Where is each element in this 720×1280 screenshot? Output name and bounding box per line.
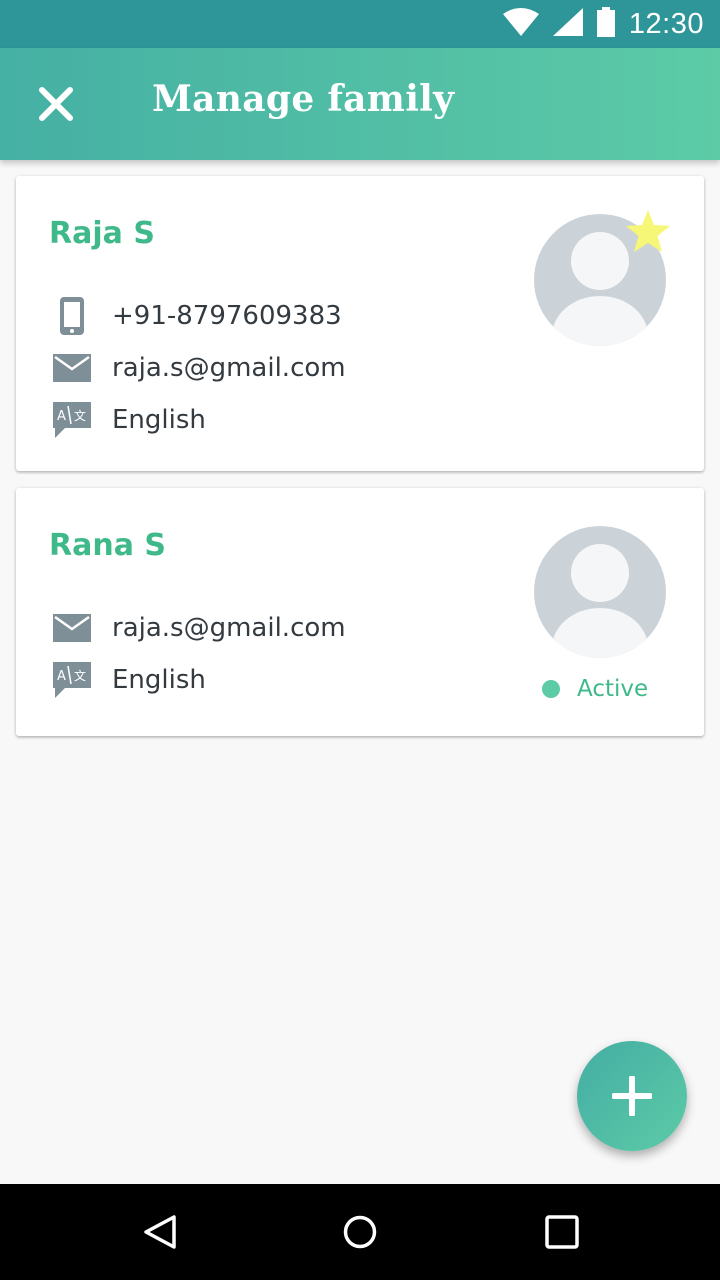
mail-icon (52, 348, 92, 388)
language-row: A文 English (52, 660, 206, 700)
svg-text:A: A (57, 409, 66, 424)
language: English (112, 405, 206, 435)
navigation-bar (0, 1184, 720, 1280)
mail-icon (52, 608, 92, 648)
svg-text:文: 文 (74, 408, 86, 423)
back-button[interactable] (136, 1208, 184, 1256)
signal-icon (552, 8, 583, 40)
avatar-head (571, 544, 629, 602)
phone-icon (52, 296, 92, 336)
language: English (112, 665, 206, 695)
home-icon (343, 1215, 377, 1249)
email-address: raja.s@gmail.com (112, 613, 346, 643)
star-icon (624, 208, 672, 256)
phone-row: +91-8797609383 (52, 296, 342, 336)
translate-icon: A文 (52, 660, 92, 700)
add-member-button[interactable] (577, 1041, 687, 1151)
status-badge: Active (542, 676, 648, 702)
status-bar: 12:30 (0, 0, 720, 48)
family-member-card[interactable]: Rana S raja.s@gmail.com A文 English Activ… (16, 488, 704, 736)
svg-text:文: 文 (74, 668, 86, 683)
email-address: raja.s@gmail.com (112, 353, 346, 383)
avatar-head (571, 232, 629, 290)
page-title: Manage family (152, 78, 455, 120)
translate-icon: A文 (52, 400, 92, 440)
family-member-card[interactable]: Raja S +91-8797609383 raja.s@gmail.com A… (16, 176, 704, 471)
plus-icon (612, 1076, 652, 1116)
status-time: 12:30 (628, 7, 704, 40)
member-name: Rana S (49, 528, 166, 563)
close-icon (39, 87, 73, 121)
phone-number: +91-8797609383 (112, 301, 342, 331)
home-button[interactable] (336, 1208, 384, 1256)
app-bar: Manage family (0, 48, 720, 160)
status-label: Active (577, 676, 649, 702)
member-name: Raja S (49, 216, 155, 251)
email-row: raja.s@gmail.com (52, 608, 346, 648)
battery-icon (596, 7, 615, 41)
email-row: raja.s@gmail.com (52, 348, 346, 388)
active-dot-icon (542, 680, 560, 698)
avatar-body (552, 296, 648, 346)
svg-text:A: A (57, 669, 66, 684)
language-row: A文 English (52, 400, 206, 440)
status-icons: 12:30 (502, 0, 704, 48)
recents-icon (545, 1215, 579, 1249)
avatar (534, 526, 666, 658)
close-button[interactable] (28, 76, 84, 132)
avatar-body (552, 608, 648, 658)
wifi-icon (502, 8, 539, 40)
back-icon (144, 1215, 176, 1249)
recents-button[interactable] (538, 1208, 586, 1256)
